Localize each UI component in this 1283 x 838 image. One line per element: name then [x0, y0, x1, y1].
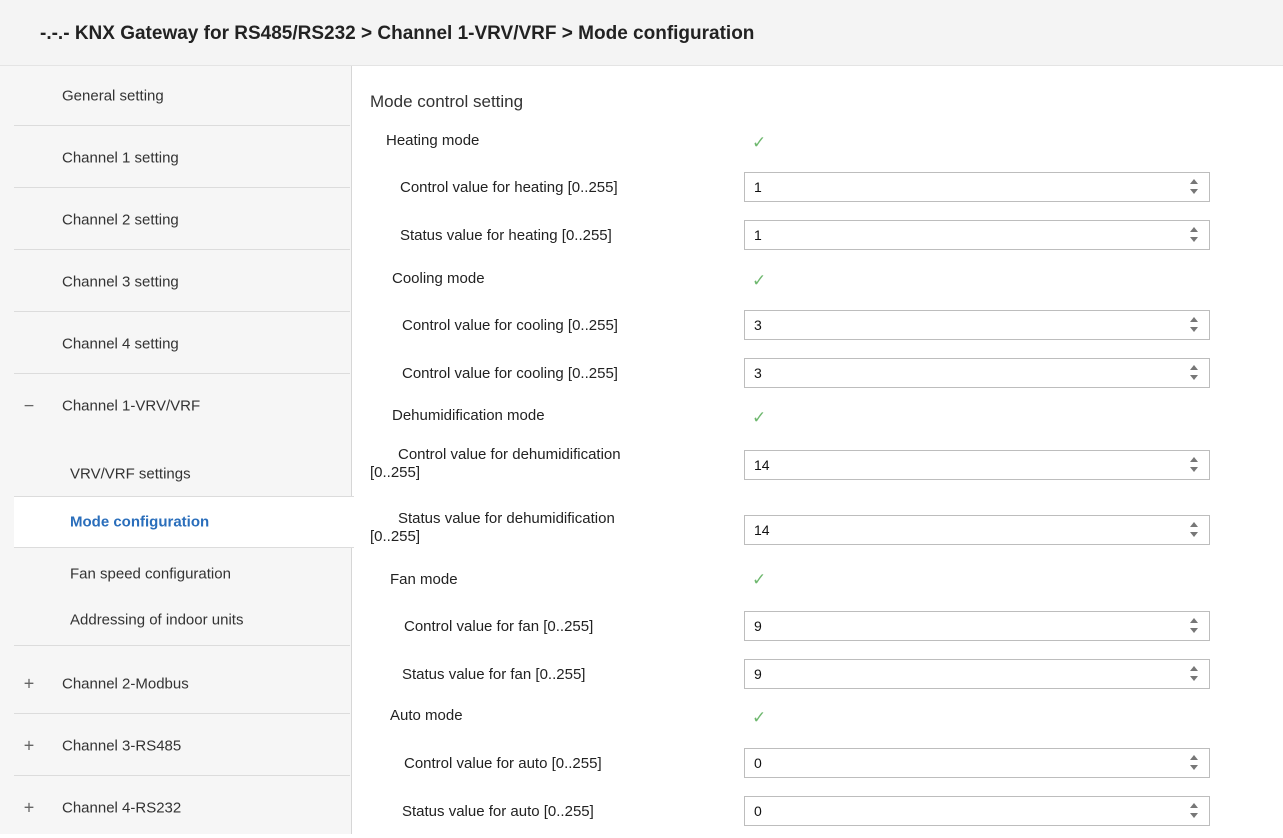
control-value-dehumidification-label: Control value for dehumidification [0..2…	[370, 446, 621, 482]
status-value-heating-label: Status value for heating [0..255]	[400, 227, 612, 244]
spin-arrows-icon[interactable]	[1190, 802, 1200, 820]
parameter-panel: Mode control setting Heating mode ✓ Cont…	[352, 66, 1283, 834]
stepper-value: 1	[754, 179, 762, 195]
dehumidification-mode-label: Dehumidification mode	[392, 407, 545, 424]
label-line-2: [0..255]	[370, 464, 421, 481]
auto-mode-checkbox[interactable]: ✓	[752, 709, 770, 727]
sidebar-item-label: Channel 2-Modbus	[62, 675, 189, 692]
section-title: Mode control setting	[370, 92, 524, 111]
status-value-heating-stepper[interactable]: 1	[744, 220, 1210, 250]
spin-arrows-icon[interactable]	[1190, 665, 1200, 683]
control-value-cooling-2-label: Control value for cooling [0..255]	[402, 365, 618, 382]
stepper-value: 9	[754, 618, 762, 634]
spin-arrows-icon[interactable]	[1190, 456, 1200, 474]
stepper-value: 0	[754, 755, 762, 771]
fan-mode-checkbox[interactable]: ✓	[752, 571, 770, 589]
cooling-mode-label: Cooling mode	[392, 270, 485, 287]
label-line-1: Control value for dehumidification	[398, 446, 621, 463]
stepper-value: 3	[754, 365, 762, 381]
control-value-cooling-stepper[interactable]: 3	[744, 310, 1210, 340]
sidebar-item-label: General setting	[62, 87, 164, 104]
stepper-value: 0	[754, 803, 762, 819]
auto-mode-label: Auto mode	[390, 707, 463, 724]
sidebar-subitem-vrv-vrf-settings[interactable]: VRV/VRF settings	[14, 448, 350, 500]
sidebar-item-channel-4-rs232[interactable]: + Channel 4-RS232	[14, 778, 350, 838]
title-bar: -.-.- KNX Gateway for RS485/RS232 > Chan…	[0, 0, 1283, 66]
sidebar-item-label: Channel 4-RS232	[62, 799, 182, 817]
fan-mode-label: Fan mode	[390, 571, 458, 588]
status-value-auto-stepper[interactable]: 0	[744, 796, 1210, 826]
spin-arrows-icon[interactable]	[1190, 178, 1200, 196]
cooling-mode-checkbox[interactable]: ✓	[752, 272, 770, 290]
spin-arrows-icon[interactable]	[1190, 617, 1200, 635]
stepper-value: 1	[754, 227, 762, 243]
sidebar-item-channel-1-setting[interactable]: Channel 1 setting	[14, 128, 350, 188]
sidebar-item-channel-3-setting[interactable]: Channel 3 setting	[14, 252, 350, 312]
sidebar-item-label: Channel 1 setting	[62, 149, 179, 166]
status-value-fan-stepper[interactable]: 9	[744, 659, 1210, 689]
sidebar-item-label: Channel 4 setting	[62, 335, 179, 352]
sidebar-item-label: Channel 2 setting	[62, 211, 179, 228]
control-value-heating-label: Control value for heating [0..255]	[400, 179, 618, 196]
sidebar-item-label: Channel 3-RS485	[62, 737, 182, 754]
control-value-fan-stepper[interactable]: 9	[744, 611, 1210, 641]
heating-mode-label: Heating mode	[386, 132, 480, 149]
sidebar-subitem-addressing-of-indoor-units[interactable]: Addressing of indoor units	[14, 594, 350, 646]
control-value-cooling-label: Control value for cooling [0..255]	[402, 317, 618, 334]
sidebar-item-general-setting[interactable]: General setting	[14, 66, 350, 126]
control-value-auto-label: Control value for auto [0..255]	[404, 755, 602, 772]
sidebar-item-channel-4-setting[interactable]: Channel 4 setting	[14, 314, 350, 374]
status-value-dehumidification-label: Status value for dehumidification [0..25…	[370, 510, 615, 546]
spin-arrows-icon[interactable]	[1190, 754, 1200, 772]
sidebar-item-channel-2-modbus[interactable]: + Channel 2-Modbus	[14, 654, 350, 714]
expand-icon[interactable]: +	[20, 673, 38, 694]
expand-icon[interactable]: +	[20, 798, 38, 819]
sidebar-subitem-label: VRV/VRF settings	[70, 465, 191, 483]
spin-arrows-icon[interactable]	[1190, 364, 1200, 382]
spin-arrows-icon[interactable]	[1190, 521, 1200, 539]
stepper-value: 9	[754, 666, 762, 682]
spin-arrows-icon[interactable]	[1190, 316, 1200, 334]
control-value-dehumidification-stepper[interactable]: 14	[744, 450, 1210, 480]
sidebar: General setting Channel 1 setting Channe…	[0, 66, 354, 834]
sidebar-subitem-mode-configuration[interactable]: Mode configuration	[14, 496, 354, 548]
collapse-icon[interactable]: −	[20, 396, 38, 417]
control-value-cooling-2-stepper[interactable]: 3	[744, 358, 1210, 388]
stepper-value: 14	[754, 522, 770, 538]
sidebar-item-label: Channel 1-VRV/VRF	[62, 397, 201, 415]
sidebar-item-channel-3-rs485[interactable]: + Channel 3-RS485	[14, 716, 350, 776]
sidebar-subitem-label: Mode configuration	[70, 513, 210, 531]
breadcrumb-title: -.-.- KNX Gateway for RS485/RS232 > Chan…	[40, 23, 755, 44]
expand-icon[interactable]: +	[20, 735, 38, 756]
stepper-value: 14	[754, 457, 770, 473]
control-value-fan-label: Control value for fan [0..255]	[404, 618, 594, 635]
heating-mode-checkbox[interactable]: ✓	[752, 134, 770, 152]
label-line-2: [0..255]	[370, 528, 421, 545]
sidebar-item-channel-2-setting[interactable]: Channel 2 setting	[14, 190, 350, 250]
status-value-auto-label: Status value for auto [0..255]	[402, 803, 594, 820]
sidebar-subitem-fan-speed-configuration[interactable]: Fan speed configuration	[14, 548, 350, 600]
status-value-fan-label: Status value for fan [0..255]	[402, 666, 586, 683]
status-value-dehumidification-stepper[interactable]: 14	[744, 515, 1210, 545]
sidebar-subitem-label: Fan speed configuration	[70, 565, 231, 583]
sidebar-item-channel-1-vrv-vrf[interactable]: − Channel 1-VRV/VRF	[14, 376, 350, 436]
stepper-value: 3	[754, 317, 762, 333]
sidebar-subitem-label: Addressing of indoor units	[70, 611, 244, 628]
control-value-heating-stepper[interactable]: 1	[744, 172, 1210, 202]
sidebar-item-label: Channel 3 setting	[62, 273, 179, 290]
spin-arrows-icon[interactable]	[1190, 226, 1200, 244]
control-value-auto-stepper[interactable]: 0	[744, 748, 1210, 778]
label-line-1: Status value for dehumidification	[398, 510, 615, 527]
dehumidification-mode-checkbox[interactable]: ✓	[752, 409, 770, 427]
